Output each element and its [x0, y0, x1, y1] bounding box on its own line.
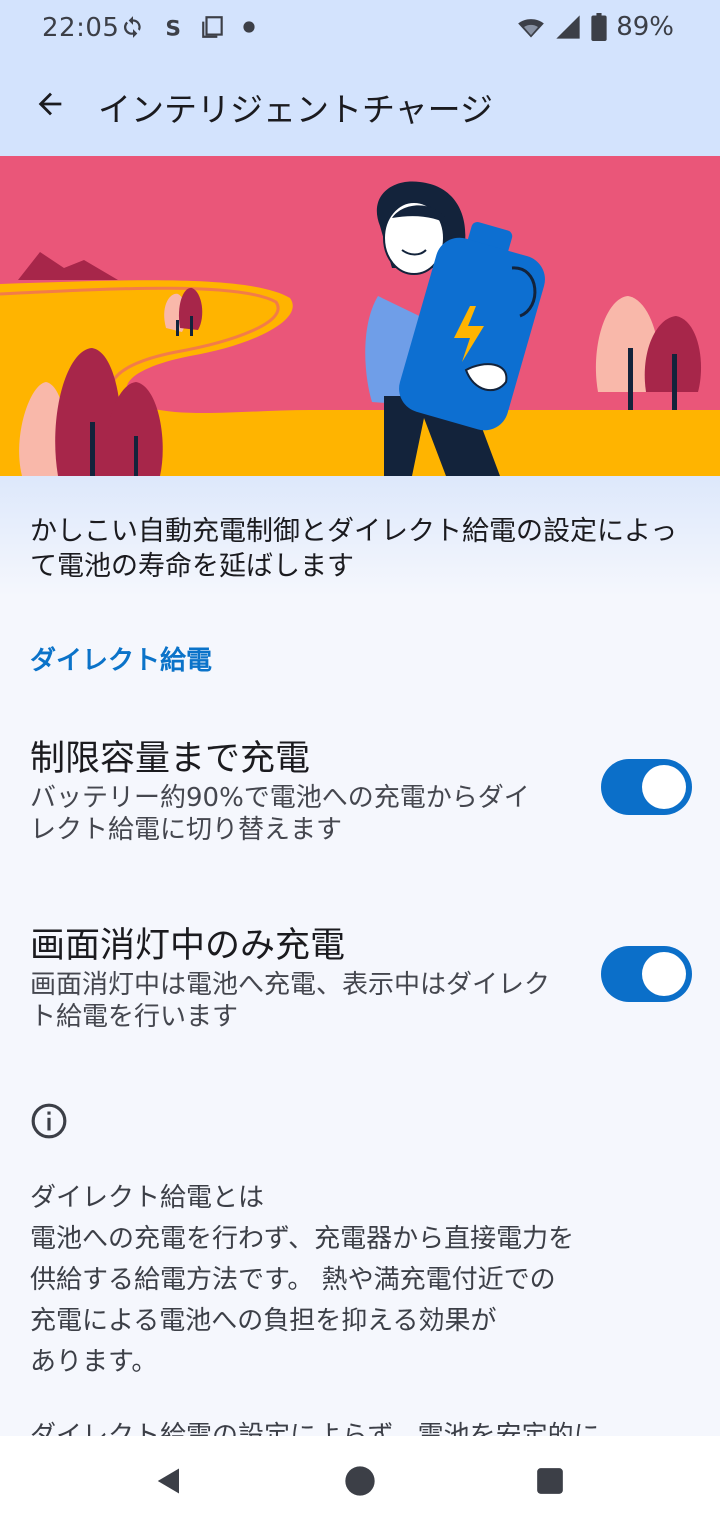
info-line: あります。: [30, 1347, 158, 1377]
hero-illustration: [0, 156, 720, 476]
info-line: 電池への充電を行わず、充電器から直接電力を: [30, 1224, 575, 1254]
page-title: インテリジェントチャージ: [98, 90, 494, 129]
setting-summary: 画面消灯中は電池へ充電、表示中はダイレクト給電を行います: [30, 970, 551, 1032]
info-line: ダイレクト給電とは: [30, 1183, 265, 1213]
app-bar: インテリジェントチャージ: [0, 58, 720, 156]
scroll-clip: ダイレクト給電の設定によらず、電池を安定的に: [0, 1398, 720, 1436]
status-time: 22:05: [42, 13, 120, 43]
info-icon: [31, 1103, 67, 1139]
arrow-back-icon: [38, 92, 62, 116]
navigation-bar: [0, 1436, 720, 1520]
info-line: 充電による電池への負担を抑える効果が: [30, 1306, 497, 1336]
description-area: かしこい自動充電制御とダイレクト給電の設定によって電池の寿命を延ばします: [0, 476, 720, 596]
setting-summary: バッテリー約90%で電池への充電からダイレクト給電に切り替えます: [30, 783, 530, 845]
info-cut-line: ダイレクト給電の設定によらず、電池を安定的に: [30, 1421, 600, 1436]
info-text: ダイレクト給電とは 電池への充電を行わず、充電器から直接電力を 供給する給電方法…: [30, 1178, 690, 1383]
nav-home-button[interactable]: [343, 1464, 377, 1498]
battery-percent: 89%: [616, 12, 674, 42]
status-icons-right: 89%: [516, 12, 674, 42]
screen-off-charge-toggle[interactable]: [601, 946, 692, 1002]
home-circle-icon: [345, 1466, 375, 1496]
charge-limit-toggle[interactable]: [601, 759, 692, 815]
nav-recents-button[interactable]: [533, 1464, 567, 1498]
nav-back-button[interactable]: [152, 1464, 186, 1498]
status-icons-left: S: [120, 14, 256, 40]
setting-title: 画面消灯中のみ充電: [30, 926, 346, 966]
signal-icon: [556, 15, 580, 39]
setting-charge-limit[interactable]: 制限容量まで充電 バッテリー約90%で電池への充電からダイレクト給電に切り替えま…: [0, 730, 720, 850]
screenshot-icon: [202, 16, 223, 38]
sync-icon: [123, 16, 141, 38]
recents-square-icon: [537, 1468, 563, 1494]
wifi-icon: [518, 19, 545, 38]
description-text: かしこい自動充電制御とダイレクト給電の設定によって電池の寿命を延ばします: [30, 516, 678, 582]
toggle-thumb: [642, 952, 686, 996]
dot-icon: [243, 21, 255, 33]
setting-screen-off-charge[interactable]: 画面消灯中のみ充電 画面消灯中は電池へ充電、表示中はダイレクト給電を行います: [0, 917, 720, 1037]
status-bar: 22:05 S 89%: [0, 0, 720, 58]
svg-text:S: S: [165, 17, 181, 40]
s-app-icon: S: [165, 17, 181, 40]
setting-title: 制限容量まで充電: [30, 739, 311, 779]
toggle-thumb: [642, 765, 686, 809]
back-triangle-icon: [157, 1468, 179, 1494]
back-button[interactable]: [28, 82, 72, 126]
battery-icon: [591, 13, 607, 41]
info-line: 供給する給電方法です。 熱や満充電付近での: [30, 1265, 556, 1295]
section-header: ダイレクト給電: [30, 646, 213, 676]
